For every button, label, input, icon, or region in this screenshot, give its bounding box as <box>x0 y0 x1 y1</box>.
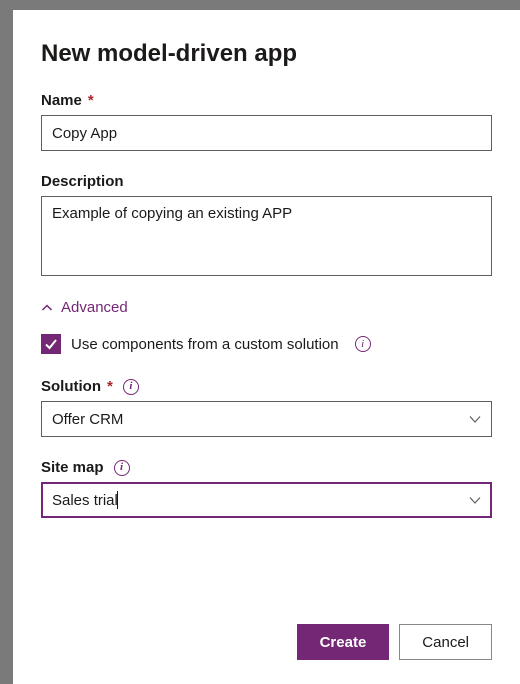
sitemap-label: Site map i <box>41 459 492 476</box>
chevron-up-icon <box>41 302 53 314</box>
sitemap-field: Site map i Sales trial <box>41 459 492 518</box>
sitemap-select[interactable]: Sales trial <box>41 482 492 518</box>
panel-title: New model-driven app <box>41 40 492 68</box>
use-custom-checkbox[interactable] <box>41 334 61 354</box>
name-label-text: Name <box>41 92 82 109</box>
info-icon[interactable]: i <box>355 336 371 352</box>
name-field: Name * <box>41 92 492 151</box>
solution-field: Solution * i Offer CRM <box>41 378 492 437</box>
solution-label-text: Solution <box>41 378 101 395</box>
advanced-label: Advanced <box>61 299 128 316</box>
sitemap-value: Sales trial <box>52 492 118 509</box>
solution-select[interactable]: Offer CRM <box>41 401 492 437</box>
name-input[interactable] <box>41 115 492 151</box>
info-icon[interactable]: i <box>114 460 130 476</box>
description-field: Description <box>41 173 492 281</box>
solution-value: Offer CRM <box>52 411 123 428</box>
description-input[interactable] <box>41 196 492 276</box>
advanced-toggle[interactable]: Advanced <box>41 299 492 316</box>
sitemap-label-text: Site map <box>41 459 104 476</box>
new-app-panel: New model-driven app Name * Description … <box>13 10 520 684</box>
name-label: Name * <box>41 92 492 109</box>
chevron-down-icon <box>468 412 482 426</box>
description-label: Description <box>41 173 492 190</box>
cancel-button[interactable]: Cancel <box>399 624 492 660</box>
create-button[interactable]: Create <box>297 624 390 660</box>
required-asterisk: * <box>88 92 94 109</box>
text-cursor <box>117 491 118 509</box>
dialog-footer: Create Cancel <box>41 624 492 660</box>
description-label-text: Description <box>41 173 124 190</box>
use-custom-label: Use components from a custom solution <box>71 336 339 353</box>
solution-label: Solution * i <box>41 378 492 395</box>
info-icon[interactable]: i <box>123 379 139 395</box>
required-asterisk: * <box>107 378 113 395</box>
use-custom-row: Use components from a custom solution i <box>41 334 492 354</box>
chevron-down-icon <box>468 493 482 507</box>
